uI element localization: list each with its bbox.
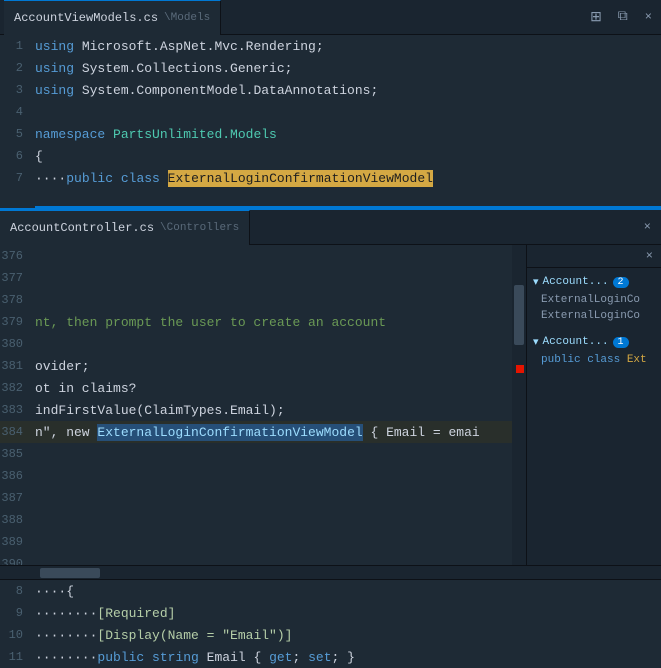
- vertical-scrollbar[interactable]: [512, 245, 526, 565]
- code-line-379: 379 nt, then prompt the user to create a…: [0, 311, 526, 333]
- code-line-6: 6 {: [0, 145, 661, 167]
- split-editor-icon[interactable]: ⊞: [586, 7, 606, 28]
- scrollbar-thumb[interactable]: [514, 285, 524, 345]
- code-line-380: 380: [0, 333, 526, 355]
- bottom-tab-bar: AccountController.cs \Controllers ×: [0, 210, 661, 245]
- code-line-390: 390: [0, 553, 526, 565]
- code-line-9: 9 ········[Required]: [0, 602, 661, 624]
- code-line-381: 381 ovider;: [0, 355, 526, 377]
- refs-group-2: ▾ Account... 1 public class Ext: [527, 328, 661, 372]
- code-line-385: 385: [0, 443, 526, 465]
- code-line-2: 2 using System.Collections.Generic;: [0, 57, 661, 79]
- top-tab-close[interactable]: ×: [640, 8, 657, 26]
- refs-panel: × ▾ Account... 2 ExternalLoginCo Externa…: [526, 245, 661, 565]
- refs-group-2-header[interactable]: ▾ Account... 1: [527, 332, 661, 352]
- line-1-content: using Microsoft.AspNet.Mvc.Rendering;: [35, 39, 324, 54]
- code-line-389: 389: [0, 531, 526, 553]
- line-num-1: 1: [0, 39, 35, 53]
- top-editor: 1 using Microsoft.AspNet.Mvc.Rendering; …: [0, 35, 661, 210]
- bottom-tab-filename: AccountController.cs: [10, 221, 154, 235]
- second-code-block: 8 ····{ 9 ········[Required] 10 ········…: [0, 580, 661, 668]
- refs-header: ×: [527, 245, 661, 268]
- code-line-383: 383 indFirstValue(ClaimTypes.Email);: [0, 399, 526, 421]
- line-7-content: ····public class ExternalLoginConfirmati…: [35, 171, 433, 186]
- code-line-8: 8 ····{: [0, 580, 661, 602]
- code-line-386: 386: [0, 465, 526, 487]
- code-line-10: 10 ········[Display(Name = "Email")]: [0, 624, 661, 646]
- refs-group-2-label: Account...: [543, 336, 609, 348]
- code-line-5: 5 namespace PartsUnlimited.Models: [0, 123, 661, 145]
- horizontal-scrollbar-thumb[interactable]: [40, 568, 100, 578]
- line-5-content: namespace PartsUnlimited.Models: [35, 127, 277, 142]
- refs-group-1-badge: 2: [613, 277, 629, 288]
- code-line-378: 378: [0, 289, 526, 311]
- line-num-7: 7: [0, 171, 35, 185]
- horizontal-scrollbar[interactable]: [0, 565, 661, 579]
- second-editor-section: 8 ····{ 9 ········[Required] 10 ········…: [0, 579, 661, 668]
- refs-item-1-2[interactable]: ExternalLoginCo: [527, 308, 661, 324]
- code-line-1: 1 using Microsoft.AspNet.Mvc.Rendering;: [0, 35, 661, 57]
- bottom-tab-account-controller[interactable]: AccountController.cs \Controllers: [0, 210, 250, 245]
- line-2-content: using System.Collections.Generic;: [35, 61, 292, 76]
- code-line-11: 11 ········public string Email { get; se…: [0, 646, 661, 668]
- line-num-2: 2: [0, 61, 35, 75]
- bottom-code-section: 376 377 378 379 nt, then prompt the user…: [0, 245, 526, 565]
- top-tab-breadcrumb: \Models: [164, 12, 210, 24]
- bottom-editor-area: 376 377 378 379 nt, then prompt the user…: [0, 245, 661, 565]
- top-tab-actions: ⊞ ⧉ ×: [586, 7, 657, 28]
- code-line-388: 388: [0, 509, 526, 531]
- refs-close-button[interactable]: ×: [646, 249, 653, 263]
- line-num-6: 6: [0, 149, 35, 163]
- code-line-4: 4: [0, 101, 661, 123]
- line-6-content: {: [35, 149, 43, 164]
- code-line-387: 387: [0, 487, 526, 509]
- line-num-5: 5: [0, 127, 35, 141]
- refs-group-1: ▾ Account... 2 ExternalLoginCo ExternalL…: [527, 268, 661, 328]
- bottom-tab-breadcrumb: \Controllers: [160, 222, 239, 234]
- refs-item-2-1[interactable]: public class Ext: [527, 352, 661, 368]
- top-tab-filename: AccountViewModels.cs: [14, 11, 158, 25]
- refs-group-1-label: Account...: [543, 276, 609, 288]
- code-line-384: 384 n", new ExternalLoginConfirmationVie…: [0, 421, 526, 443]
- top-tab-account-viewmodels[interactable]: AccountViewModels.cs \Models: [4, 0, 221, 35]
- bottom-tab-close[interactable]: ×: [634, 218, 661, 236]
- refs-item-1-1[interactable]: ExternalLoginCo: [527, 292, 661, 308]
- code-line-376: 376: [0, 245, 526, 267]
- chevron-icon-2: ▾: [533, 335, 539, 349]
- code-line-3: 3 using System.ComponentModel.DataAnnota…: [0, 79, 661, 101]
- bottom-code-block: 376 377 378 379 nt, then prompt the user…: [0, 245, 526, 565]
- cursor-line: [35, 206, 661, 208]
- line-3-content: using System.ComponentModel.DataAnnotati…: [35, 83, 378, 98]
- code-line-382: 382 ot in claims?: [0, 377, 526, 399]
- editor-layout-icon[interactable]: ⧉: [614, 7, 632, 27]
- error-indicator: [516, 365, 524, 373]
- line-num-3: 3: [0, 83, 35, 97]
- chevron-icon-1: ▾: [533, 275, 539, 289]
- line-num-4: 4: [0, 105, 35, 119]
- code-line-7: 7 ····public class ExternalLoginConfirma…: [0, 167, 661, 189]
- refs-group-2-badge: 1: [613, 337, 629, 348]
- top-tab-bar: AccountViewModels.cs \Models ⊞ ⧉ ×: [0, 0, 661, 35]
- code-line-377: 377: [0, 267, 526, 289]
- bottom-tab-actions: ×: [634, 218, 661, 236]
- refs-group-1-header[interactable]: ▾ Account... 2: [527, 272, 661, 292]
- top-code-block: 1 using Microsoft.AspNet.Mvc.Rendering; …: [0, 35, 661, 189]
